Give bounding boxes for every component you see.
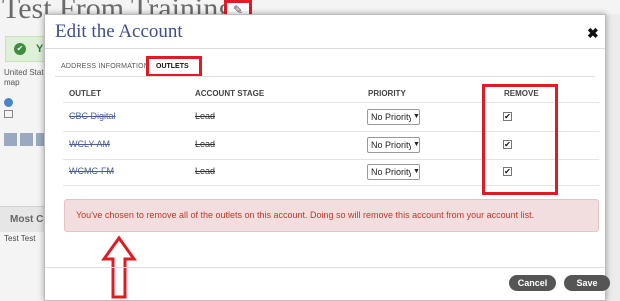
dropdown-arrow-icon: ▼	[413, 113, 420, 120]
priority-select[interactable]: No Priority ▼	[367, 164, 420, 180]
footer-divider	[45, 267, 605, 268]
twitter-icon[interactable]	[20, 133, 33, 146]
facebook-icon[interactable]	[4, 133, 17, 146]
priority-selected-value: No Priority	[371, 140, 411, 150]
tab-outlets[interactable]: OUTLETS	[146, 56, 202, 77]
check-icon: ✔	[14, 43, 26, 55]
map-link[interactable]: map	[4, 78, 48, 88]
contact-name[interactable]: Test Test	[4, 234, 35, 243]
warning-alert: You've chosen to remove all of the outle…	[64, 199, 599, 232]
page-scroll-area	[605, 14, 620, 301]
linkedin-icon[interactable]	[36, 133, 44, 146]
account-stage-value: Lead	[195, 111, 216, 121]
account-stage-value: Lead	[195, 139, 216, 149]
fax-icon	[4, 110, 13, 118]
status-notice-text: Y	[36, 43, 44, 55]
header-divider	[45, 48, 605, 49]
save-button[interactable]: Save	[564, 275, 610, 291]
column-header-account-stage: ACCOUNT STAGE	[195, 89, 265, 98]
priority-selected-value: No Priority	[371, 167, 411, 177]
outlet-name-link[interactable]: WCLY-AM	[69, 139, 110, 149]
dropdown-arrow-icon: ▼	[413, 168, 420, 175]
cancel-button[interactable]: Cancel	[509, 275, 556, 291]
outlet-name-link[interactable]: WCMC-FM	[69, 166, 114, 176]
status-notice: ✔ Y	[5, 36, 47, 62]
phone-icon	[4, 98, 13, 107]
remove-column-highlight	[482, 84, 558, 195]
priority-select[interactable]: No Priority ▼	[367, 137, 420, 153]
priority-select[interactable]: No Priority ▼	[367, 109, 420, 125]
column-header-priority: PRIORITY	[368, 89, 406, 98]
location-country: United State	[4, 68, 49, 77]
modal-title: Edit the Account	[55, 21, 183, 42]
alert-message: You've chosen to remove all of the outle…	[76, 210, 535, 220]
most-contacted-section: Most Co	[0, 206, 49, 232]
tab-outlets-label: OUTLETS	[156, 63, 189, 70]
up-arrow-icon	[101, 235, 137, 299]
close-icon[interactable]: ✖	[587, 25, 599, 42]
dropdown-arrow-icon: ▼	[413, 141, 420, 148]
tab-address-information[interactable]: ADDRESS INFORMATION	[61, 63, 149, 70]
location-info: United State map	[4, 68, 48, 88]
tab-divider	[55, 76, 595, 77]
column-header-outlet: OUTLET	[69, 89, 101, 98]
priority-selected-value: No Priority	[371, 112, 411, 122]
outlet-name-link[interactable]: CBC Digital	[69, 111, 116, 121]
account-stage-value: Lead	[195, 166, 216, 176]
edit-account-modal: Edit the Account ✖ ADDRESS INFORMATION O…	[44, 14, 610, 301]
